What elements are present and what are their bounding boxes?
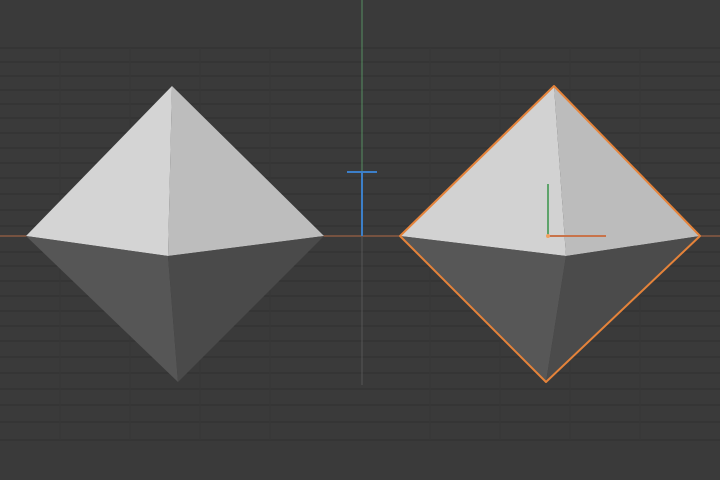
object-origin-icon[interactable] (546, 234, 550, 238)
octahedron-lower-left-face[interactable] (26, 236, 178, 382)
octahedron-upper-right-face[interactable] (554, 86, 700, 256)
octahedron-upper-left-face[interactable] (26, 86, 172, 256)
octahedron-lower-right-face[interactable] (168, 236, 324, 382)
octahedron-lower-left-face[interactable] (400, 236, 566, 382)
viewport-canvas[interactable] (0, 0, 720, 480)
3d-viewport[interactable] (0, 0, 720, 480)
octahedron-upper-right-face[interactable] (168, 86, 324, 256)
octahedron-upper-left-face[interactable] (400, 86, 566, 256)
